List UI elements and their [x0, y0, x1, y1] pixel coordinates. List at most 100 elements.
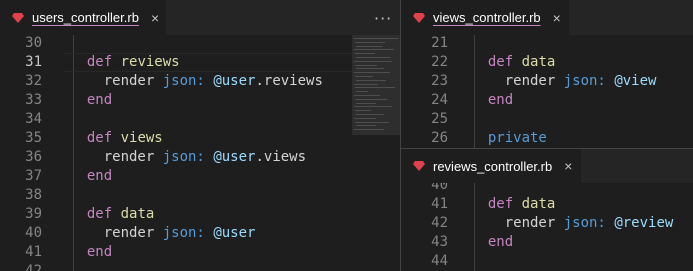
editor-users-controller[interactable]: 30 31 def reviews 32 render json: @user.re… [0, 35, 400, 271]
tab-users-controller[interactable]: users_controller.rb × [0, 0, 166, 35]
code-text: end [487, 92, 514, 108]
minimap-line [356, 79, 386, 81]
close-icon[interactable]: × [553, 10, 561, 26]
tab-label: users_controller.rb [32, 10, 139, 25]
editor-reviews-controller[interactable]: 40 41 def data 42 render json: @review 43 e… [401, 183, 693, 271]
tab-views-controller[interactable]: views_controller.rb × [401, 0, 569, 35]
code-line[interactable]: 37 end [0, 167, 400, 186]
line-number: 40 [25, 225, 42, 241]
code-line[interactable]: 35 def views [0, 129, 400, 148]
minimap-line [355, 53, 375, 55]
code-line[interactable]: 42 render json: @review [401, 214, 693, 233]
line-number: 21 [431, 35, 448, 51]
line-number: 37 [25, 168, 42, 184]
line-number: 41 [25, 244, 42, 260]
minimap-line [354, 106, 392, 108]
line-number: 40 [431, 183, 448, 193]
line-number: 35 [25, 130, 42, 146]
ruby-file-icon [12, 12, 24, 23]
minimap-line [354, 72, 390, 74]
code-text: end [86, 168, 113, 184]
minimap-line [354, 117, 376, 119]
code-text: def data [487, 54, 556, 70]
minimap-line [354, 129, 384, 131]
line-number: 44 [431, 253, 448, 269]
code-text: render json: @user [70, 225, 256, 241]
code-line[interactable]: 44 [401, 252, 693, 271]
code-line[interactable]: 21 [401, 35, 693, 53]
minimap-line [356, 125, 376, 127]
code-text: end [86, 92, 113, 108]
code-text: def views [86, 130, 163, 146]
code-line[interactable]: 23 render json: @view [401, 72, 693, 91]
minimap-line [354, 49, 394, 51]
minimap-line [355, 76, 373, 77]
tab-label: reviews_controller.rb [433, 158, 553, 174]
code-line[interactable]: 40 [401, 183, 693, 195]
close-icon[interactable]: × [151, 10, 159, 26]
line-number: 30 [25, 35, 42, 51]
editor-views-controller[interactable]: 21 22 def data 23 render json: @view 24 end… [401, 35, 693, 148]
code-text: render json: @review [471, 215, 674, 231]
minimap-line [356, 68, 384, 70]
minimap-line [356, 91, 368, 93]
code-line[interactable]: 43 end [401, 233, 693, 252]
more-actions-icon[interactable]: ··· [374, 9, 392, 28]
code-line[interactable]: 25 [401, 110, 693, 129]
minimap-line [354, 95, 380, 96]
code-line[interactable]: 36 render json: @user.views [0, 148, 400, 167]
code-line[interactable]: 32 render json: @user.reviews [0, 72, 400, 91]
code-line[interactable]: 33 end [0, 91, 400, 110]
line-number: 26 [431, 130, 448, 146]
code-text: def data [86, 206, 155, 222]
minimap-line [355, 121, 389, 123]
code-text: def reviews [86, 54, 180, 70]
minimap-line [356, 102, 376, 104]
minimap-line [355, 87, 395, 89]
line-number: 34 [25, 111, 42, 127]
line-number: 39 [25, 206, 42, 222]
line-number: 42 [431, 215, 448, 231]
code-line[interactable]: 34 [0, 110, 400, 129]
code-line[interactable]: 41 def data [401, 195, 693, 214]
minimap-line [355, 64, 377, 66]
code-text: render json: @view [471, 73, 657, 89]
code-text: private [487, 130, 547, 146]
code-line[interactable]: 38 [0, 186, 400, 205]
code-text: end [86, 244, 113, 260]
code-line[interactable]: 30 [0, 35, 400, 53]
minimap-line [356, 45, 382, 47]
code-line[interactable]: 39 def data [0, 205, 400, 224]
code-text: render json: @user.views [70, 149, 307, 165]
minimap-line [354, 60, 392, 62]
line-number: 24 [431, 92, 448, 108]
code-text: end [487, 234, 514, 250]
tab-label: views_controller.rb [433, 10, 541, 25]
minimap-line [356, 114, 384, 115]
minimap-line [355, 41, 385, 43]
ruby-file-icon [413, 12, 425, 23]
code-line[interactable]: 41 end [0, 243, 400, 262]
code-line[interactable]: 22 def data [401, 53, 693, 72]
line-number: 31 [25, 54, 42, 70]
minimap-line [354, 83, 378, 85]
minimap-line [355, 110, 371, 112]
minimap[interactable] [352, 35, 400, 271]
code-line[interactable]: 24 end [401, 91, 693, 110]
code-line[interactable]: 42 [0, 262, 400, 271]
line-number: 22 [431, 54, 448, 70]
close-icon[interactable]: × [564, 158, 572, 174]
code-text: render json: @user.reviews [70, 73, 323, 89]
ruby-file-icon [413, 161, 425, 171]
line-number: 25 [431, 111, 448, 127]
code-line[interactable]: 31 def reviews [0, 53, 400, 72]
code-line[interactable]: 40 render json: @user [0, 224, 400, 243]
line-number: 42 [25, 263, 42, 271]
minimap-line [354, 38, 398, 39]
line-number: 43 [431, 234, 448, 250]
line-number: 41 [431, 196, 448, 212]
minimap-line [355, 98, 387, 100]
line-number: 33 [25, 92, 42, 108]
code-line[interactable]: 26 private [401, 129, 693, 148]
tab-reviews-controller[interactable]: reviews_controller.rb × [401, 149, 581, 183]
